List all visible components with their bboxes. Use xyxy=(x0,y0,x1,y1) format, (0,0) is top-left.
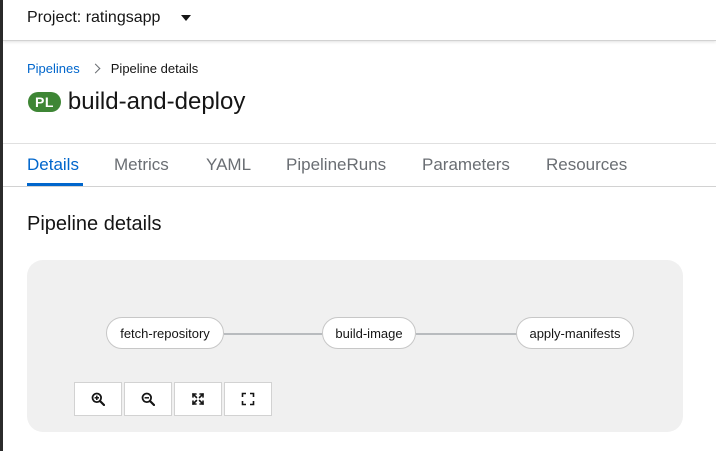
pipeline-edge xyxy=(224,333,322,335)
reset-view-button[interactable] xyxy=(224,382,272,416)
project-bar: Project: ratingsapp xyxy=(3,0,716,41)
pipeline-badge: PL xyxy=(28,92,61,112)
breadcrumb-current: Pipeline details xyxy=(110,61,199,76)
section-title: Pipeline details xyxy=(27,213,162,235)
tab-pipelineruns[interactable]: PipelineRuns xyxy=(286,155,386,175)
task-node-apply-manifests[interactable]: apply-manifests xyxy=(516,317,634,349)
tab-details[interactable]: Details xyxy=(27,155,79,175)
window-edge xyxy=(0,0,3,451)
page-title: PL build-and-deploy xyxy=(28,88,245,116)
zoom-in-icon xyxy=(91,392,105,406)
tab-yaml[interactable]: YAML xyxy=(206,155,251,175)
active-tab-indicator xyxy=(27,183,83,186)
zoom-out-icon xyxy=(141,392,155,406)
fit-to-screen-button[interactable] xyxy=(174,382,222,416)
tab-bar: Details Metrics YAML PipelineRuns Parame… xyxy=(3,143,716,187)
fit-to-screen-icon xyxy=(192,393,204,405)
project-selector[interactable]: Project: ratingsapp xyxy=(27,9,160,27)
breadcrumb-link-pipelines[interactable]: Pipelines xyxy=(27,61,80,76)
chevron-right-icon xyxy=(90,63,101,74)
pipeline-edge xyxy=(416,333,517,335)
reset-view-icon xyxy=(241,392,255,406)
caret-down-icon[interactable] xyxy=(181,15,191,21)
zoom-in-button[interactable] xyxy=(74,382,122,416)
task-node-fetch-repository[interactable]: fetch-repository xyxy=(106,317,224,349)
breadcrumb: Pipelines Pipeline details xyxy=(27,61,198,76)
pipeline-topology: fetch-repository build-image apply-manif… xyxy=(27,260,683,432)
tab-parameters[interactable]: Parameters xyxy=(422,155,510,175)
task-node-build-image[interactable]: build-image xyxy=(322,317,416,349)
tab-resources[interactable]: Resources xyxy=(546,155,627,175)
tab-metrics[interactable]: Metrics xyxy=(114,155,169,175)
pipeline-name: build-and-deploy xyxy=(67,88,246,115)
zoom-out-button[interactable] xyxy=(124,382,172,416)
